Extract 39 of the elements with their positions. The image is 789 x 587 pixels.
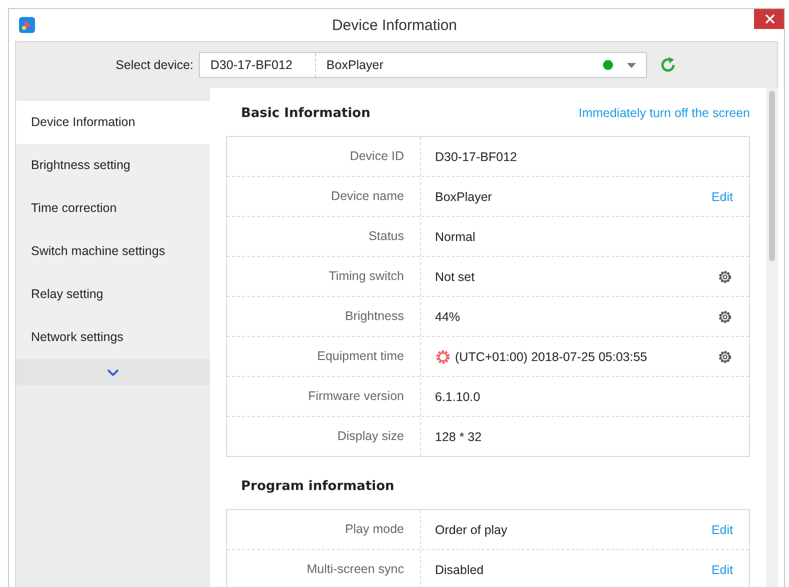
warning-gear-icon	[435, 348, 451, 364]
field-label: Device name	[227, 177, 421, 216]
field-label: Multi-screen sync	[227, 550, 421, 587]
field-label: Device ID	[227, 137, 421, 176]
field-label: Timing switch	[227, 257, 421, 296]
field-label: Display size	[227, 417, 421, 456]
field-value: D30-17-BF012	[435, 150, 517, 164]
section-title: Program information	[241, 478, 394, 494]
refresh-icon[interactable]	[659, 56, 678, 74]
field-label: Equipment time	[227, 337, 421, 376]
field-value: Order of play	[435, 522, 508, 536]
select-device-label: Select device:	[116, 58, 194, 72]
settings-icon[interactable]	[717, 268, 733, 284]
field-label: Play mode	[227, 510, 421, 549]
chevron-down-icon	[107, 368, 119, 376]
caret-icon	[627, 62, 636, 68]
device-dropdown[interactable]: D30-17-BF012 BoxPlayer	[199, 52, 648, 78]
device-name-text: BoxPlayer	[325, 58, 384, 72]
field-value: BoxPlayer	[435, 190, 492, 204]
field-value: (UTC+01:00) 2018-07-25 05:03:55	[455, 350, 648, 364]
field-value: Normal	[435, 230, 476, 244]
close-icon	[764, 14, 774, 24]
device-id-text: D30-17-BF012	[200, 53, 316, 77]
settings-icon[interactable]	[717, 308, 733, 324]
settings-icon[interactable]	[717, 348, 733, 364]
scrollbar-thumb[interactable]	[769, 91, 775, 261]
close-button[interactable]	[754, 9, 784, 29]
field-value: 6.1.10.0	[435, 390, 480, 404]
window-title: Device Information	[330, 16, 458, 34]
app-logo-icon	[19, 17, 35, 33]
section-title: Basic Information	[241, 106, 370, 120]
field-value: Disabled	[435, 562, 484, 576]
sidebar-item[interactable]: Device Information	[16, 101, 210, 144]
field-label: Status	[227, 217, 421, 256]
field-value: 44%	[435, 310, 460, 324]
field-label: Firmware version	[227, 377, 421, 416]
field-label: Brightness	[227, 297, 421, 336]
field-value: 128 * 32	[435, 430, 482, 444]
field-value: Not set	[435, 270, 475, 284]
